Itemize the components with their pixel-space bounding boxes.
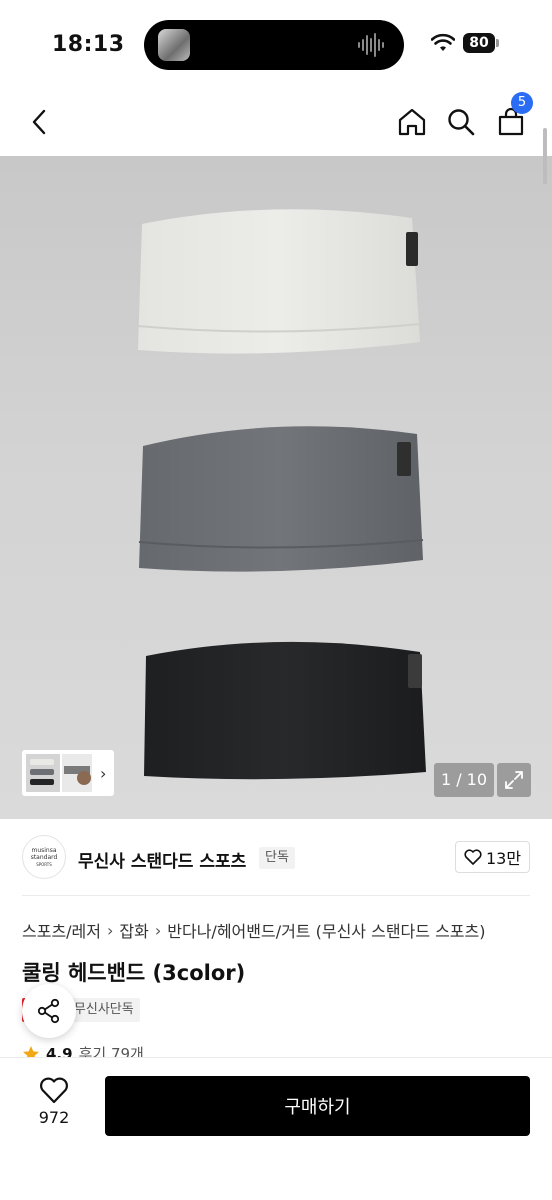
brand-exclusive-tag: 단독 <box>259 847 295 869</box>
home-icon <box>398 108 426 136</box>
cart-button[interactable]: 5 <box>493 92 533 140</box>
wishlist-count: 972 <box>38 1108 70 1127</box>
gallery-page-indicator: 1 / 10 <box>434 763 494 797</box>
wishlist-button[interactable]: 972 <box>22 1076 86 1136</box>
wifi-icon <box>431 33 455 51</box>
back-icon <box>32 109 46 135</box>
expand-gallery-button[interactable] <box>497 763 531 797</box>
bottom-purchase-bar: 972 구매하기 <box>0 1058 552 1200</box>
brand-logo-line: SPORTS <box>36 861 52 867</box>
status-bar: 18:13 80 <box>0 0 552 90</box>
breadcrumb-item[interactable]: 잡화 <box>119 918 148 942</box>
headband-image-black <box>144 641 426 780</box>
top-nav: 5 <box>0 90 552 156</box>
battery-tip <box>496 39 499 47</box>
breadcrumb-item[interactable]: 반다나/헤어밴드/거트 (무신사 스탠다드 스포츠) <box>167 918 485 942</box>
status-time: 18:13 <box>52 32 125 57</box>
audio-wave-icon <box>358 33 384 57</box>
brand-like-count: 13만 <box>485 849 522 868</box>
dynamic-island <box>144 20 404 70</box>
home-button[interactable] <box>394 104 430 140</box>
expand-icon <box>505 771 523 789</box>
product-title: 쿨링 헤드밴드 (3color) <box>22 961 246 985</box>
gallery-thumbnail-strip[interactable]: › <box>22 750 114 796</box>
cart-count-badge: 5 <box>511 92 533 114</box>
share-icon <box>37 998 60 1024</box>
brand-logo-line: musinsa <box>31 846 57 854</box>
gallery-thumbnail <box>26 754 92 792</box>
headband-image-gray <box>138 426 424 572</box>
now-playing-thumbnail <box>158 29 190 61</box>
back-button[interactable] <box>22 104 58 140</box>
search-icon <box>448 109 475 136</box>
battery-level: 80 <box>463 33 495 53</box>
heart-icon <box>40 1077 68 1104</box>
brand-logo[interactable]: musinsa standard SPORTS <box>22 835 66 879</box>
share-button[interactable] <box>22 984 76 1038</box>
page-scrollbar[interactable] <box>543 128 547 184</box>
buy-button[interactable]: 구매하기 <box>105 1076 530 1136</box>
headband-image-light-gray <box>137 209 421 354</box>
search-button[interactable] <box>443 104 479 140</box>
brand-name-link[interactable]: 무신사 스탠다드 스포츠 <box>78 847 246 872</box>
battery-indicator: 80 <box>463 33 499 53</box>
breadcrumb-item[interactable]: 스포츠/레저 <box>22 918 101 942</box>
exclusive-badge: 무신사단독 <box>67 998 140 1022</box>
breadcrumb-chevron-icon: › <box>154 920 162 940</box>
brand-row: musinsa standard SPORTS 무신사 스탠다드 스포츠 단독 … <box>0 819 552 897</box>
breadcrumb: 스포츠/레저 › 잡화 › 반다나/헤어밴드/거트 (무신사 스탠다드 스포츠) <box>22 918 485 942</box>
brand-like-button[interactable]: 13만 <box>455 841 530 873</box>
divider <box>22 895 530 896</box>
breadcrumb-chevron-icon: › <box>107 920 114 940</box>
product-image-gallery[interactable]: › 1 / 10 <box>0 156 552 819</box>
thumbnail-chevron-icon: › <box>100 763 107 783</box>
brand-logo-line: standard <box>30 853 58 861</box>
heart-icon <box>464 849 482 865</box>
